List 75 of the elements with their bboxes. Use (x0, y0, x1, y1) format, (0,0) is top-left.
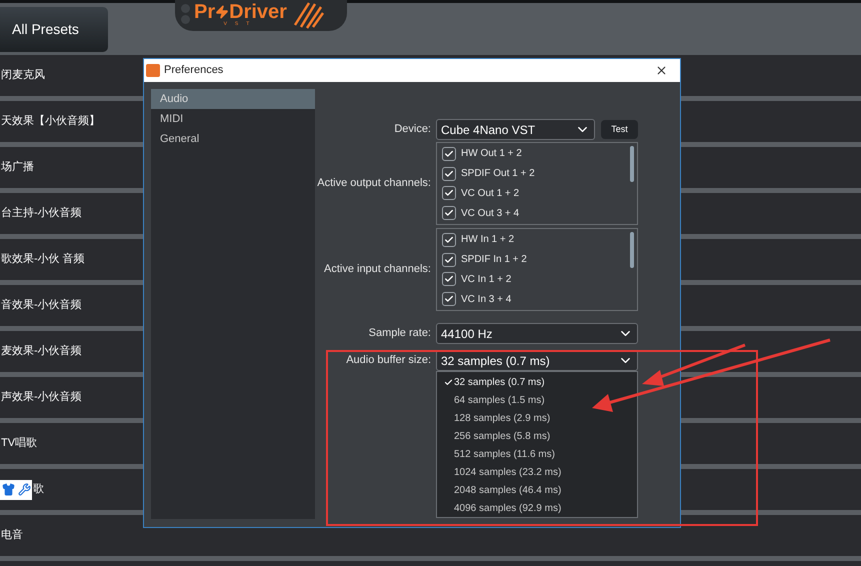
preset-name: 台主持-小伙音频 (0, 206, 82, 222)
check-icon (444, 254, 454, 265)
preset-name: 音效果-小伙音频 (0, 298, 82, 314)
checkbox-label: VC In 3 + 4 (461, 292, 512, 307)
preset-name: 场广播 (0, 160, 34, 176)
dropdown[interactable]: 44100 Hz (436, 323, 638, 344)
checkbox[interactable] (442, 166, 456, 181)
check-icon (444, 188, 454, 198)
dropdown-option[interactable]: 4096 samples (92.9 ms) (437, 499, 637, 517)
dropdown-option[interactable]: 128 samples (2.9 ms) (437, 409, 637, 427)
logo-text: Pr (194, 2, 216, 22)
option-label: 32 samples (0.7 ms) (454, 376, 545, 390)
checkbox-label: VC In 1 + 2 (461, 272, 512, 287)
check-icon (444, 168, 454, 179)
checkbox-label: SPDIF Out 1 + 2 (461, 167, 535, 182)
preset-name: 闭麦克风 (0, 68, 45, 84)
dropdown-option[interactable]: 512 samples (11.6 ms) (437, 445, 637, 463)
nav-item[interactable]: Audio (151, 89, 315, 109)
option-label: 2048 samples (46.4 ms) (454, 484, 562, 498)
field-label: Device: (394, 122, 431, 138)
preset-name: 电音 (0, 528, 23, 544)
preset-name: 麦效果-小伙音频 (0, 344, 82, 360)
field-label: Active input channels: (324, 262, 431, 278)
logo-text: Driver (229, 2, 287, 22)
preset-name: TV唱歌 (0, 436, 38, 452)
checkbox-label: HW Out 1 + 2 (461, 147, 522, 162)
presets-button[interactable]: All Presets (0, 7, 108, 52)
check-icon (444, 378, 453, 386)
app-icon (146, 64, 160, 77)
field-label: Audio buffer size: (346, 353, 431, 368)
option-label: 4096 samples (92.9 ms) (454, 502, 562, 516)
checkbox[interactable] (442, 206, 456, 220)
field-label: Active output channels: (317, 176, 431, 192)
preset-name: 歌效果-小伙 音频 (0, 252, 85, 268)
checkbox[interactable] (442, 232, 456, 247)
dropdown[interactable]: 32 samples (0.7 ms) (436, 350, 638, 371)
preset-name: 歌 (32, 482, 44, 498)
checkbox-label: SPDIF In 1 + 2 (461, 253, 527, 268)
checkbox[interactable] (442, 252, 456, 267)
checkbox[interactable] (442, 292, 456, 306)
lightning-icon (215, 4, 230, 18)
wrench-icon[interactable] (18, 483, 30, 496)
preset-name: 天效果【小伙音频】 (0, 114, 100, 130)
checkbox-label: HW In 1 + 2 (461, 233, 514, 248)
dropdown-option[interactable]: 1024 samples (23.2 ms) (437, 463, 637, 481)
dropdown-option[interactable]: 32 samples (0.7 ms) (437, 373, 637, 391)
nav-item[interactable]: MIDI (151, 109, 315, 129)
option-label: 256 samples (5.8 ms) (454, 430, 550, 444)
check-icon (444, 274, 454, 284)
check-icon (444, 148, 454, 159)
checkbox[interactable] (442, 272, 456, 286)
dropdown-option[interactable]: 2048 samples (46.4 ms) (437, 481, 637, 499)
nav-item[interactable]: General (151, 129, 315, 149)
dropdown[interactable]: Cube 4Nano VST (436, 119, 595, 140)
scrollbar-thumb[interactable] (630, 146, 634, 182)
option-label: 512 samples (11.6 ms) (454, 448, 555, 462)
checkbox[interactable] (442, 186, 456, 200)
close-icon[interactable] (655, 64, 668, 77)
field-label: Sample rate: (368, 326, 431, 342)
preset-name: 声效果-小伙音频 (0, 390, 82, 406)
dropdown-option[interactable]: 256 samples (5.8 ms) (437, 427, 637, 445)
option-label: 64 samples (1.5 ms) (454, 394, 545, 408)
check-icon (444, 294, 454, 304)
shirt-icon[interactable] (2, 483, 14, 496)
window-title: Preferences (164, 63, 224, 78)
option-label: 128 samples (2.9 ms) (454, 412, 550, 426)
option-label: 1024 samples (23.2 ms) (454, 466, 562, 480)
check-icon (444, 208, 454, 218)
test-button[interactable]: Test (601, 120, 638, 139)
checkbox-label: VC Out 1 + 2 (461, 186, 520, 201)
checkbox[interactable] (442, 146, 456, 161)
dropdown-option[interactable]: 64 samples (1.5 ms) (437, 391, 637, 409)
check-icon (444, 234, 454, 245)
checkbox-label: VC Out 3 + 4 (461, 206, 520, 221)
scrollbar-thumb[interactable] (630, 232, 634, 268)
